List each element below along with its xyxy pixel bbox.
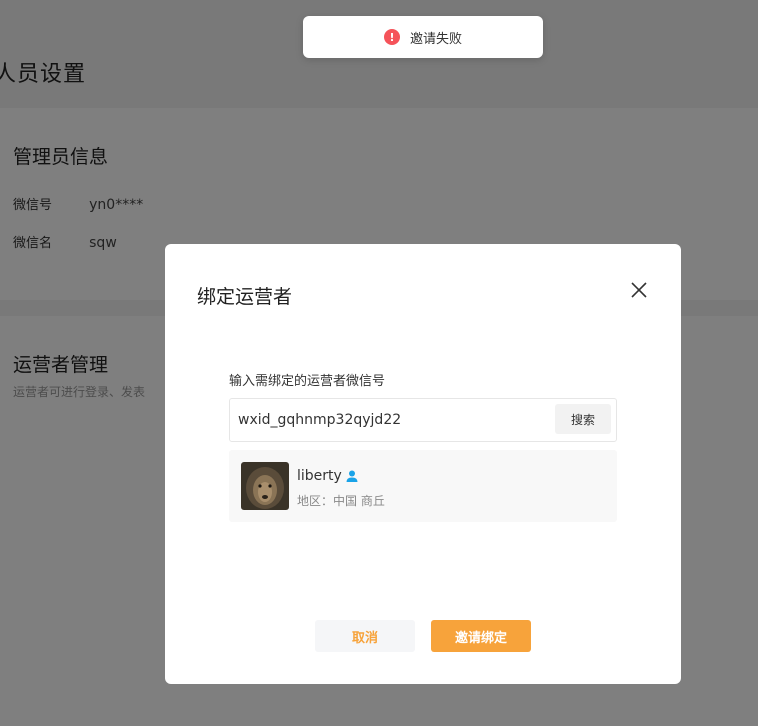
avatar (241, 462, 289, 510)
search-button[interactable]: 搜索 (555, 404, 611, 434)
error-icon: ! (383, 29, 400, 45)
search-result-item[interactable]: liberty 地区：中国 商丘 (229, 450, 617, 522)
close-icon[interactable] (627, 278, 651, 302)
result-region: 地区：中国 商丘 (297, 494, 385, 508)
error-toast: ! 邀请失败 (303, 16, 543, 58)
wechat-id-field-label: 输入需绑定的运营者微信号 (229, 374, 386, 389)
invite-bind-button[interactable]: 邀请绑定 (431, 620, 531, 652)
search-box: 搜索 (229, 398, 617, 442)
dialog-title: 绑定运营者 (197, 286, 293, 308)
bind-operator-dialog: 绑定运营者 输入需绑定的运营者微信号 搜索 liberty (165, 244, 681, 684)
user-icon (345, 468, 359, 482)
wechat-id-input[interactable] (236, 407, 540, 433)
toast-text: 邀请失败 (409, 31, 462, 47)
result-name: liberty (297, 468, 342, 484)
cancel-button[interactable]: 取消 (315, 620, 415, 652)
